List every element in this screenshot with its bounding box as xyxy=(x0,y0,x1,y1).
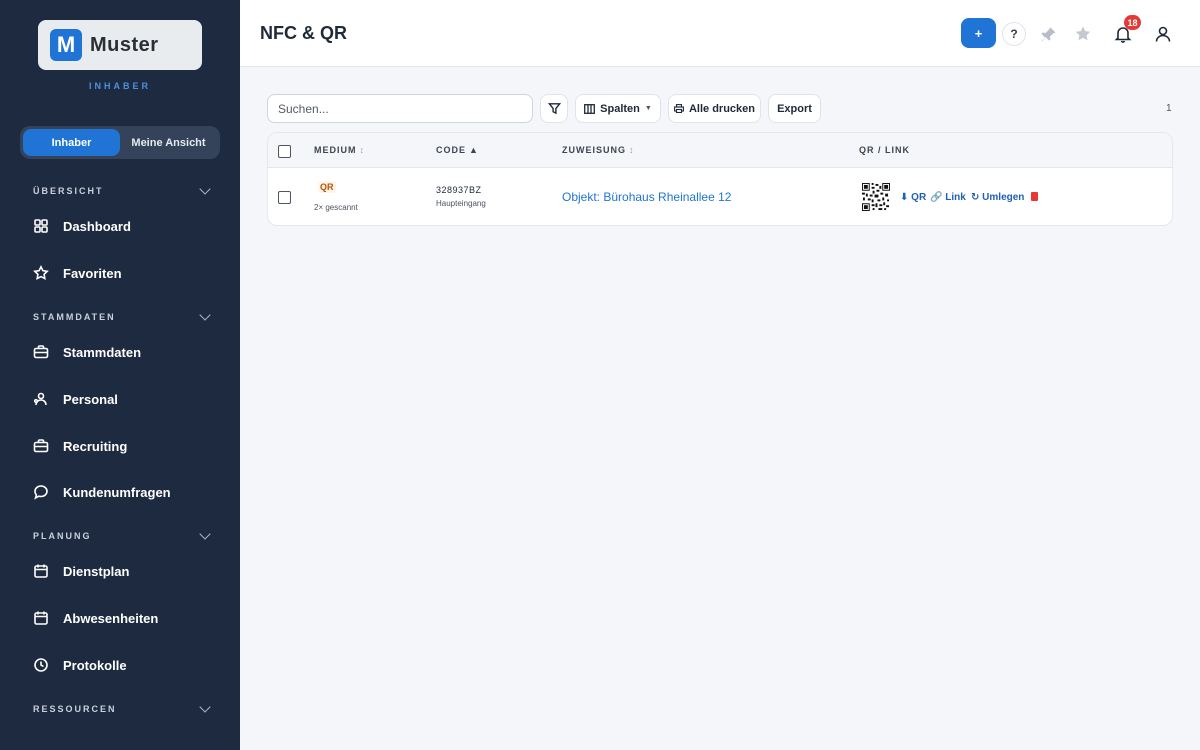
sidebar-item-label: Kundenumfragen xyxy=(63,484,171,500)
sidebar-item-label: Dienstplan xyxy=(63,563,130,579)
view-switch: Inhaber Meine Ansicht xyxy=(20,126,220,159)
media-table: MEDIUM ↕ CODE ▲ ZUWEISUNG ↕ QR / LINK QR 2×… xyxy=(267,132,1173,226)
sidebar-item-label: Favoriten xyxy=(63,265,122,281)
grid-icon xyxy=(33,218,49,234)
sidebar-item-label: Recruiting xyxy=(63,438,128,454)
clock-icon xyxy=(33,657,49,673)
filter-button[interactable] xyxy=(540,94,568,123)
download-icon: ⬇ xyxy=(900,192,909,203)
trash-icon[interactable] xyxy=(1031,192,1038,201)
column-label: MEDIUM xyxy=(314,145,357,155)
medium-badge: QR xyxy=(318,181,336,193)
section-stammdaten[interactable]: STAMMDATEN xyxy=(33,309,211,322)
sidebar-item-protokolle[interactable]: Protokolle xyxy=(33,653,213,677)
switch-my-view-button[interactable]: Meine Ansicht xyxy=(120,129,217,156)
scan-count: 2× gescannt xyxy=(314,203,358,212)
sidebar-item-personal[interactable]: Personal xyxy=(33,387,213,411)
reassign-action[interactable]: ↻ Umlegen xyxy=(971,192,1024,203)
sidebar-item-label: Abwesenheiten xyxy=(63,610,159,626)
sidebar-item-label: Protokolle xyxy=(63,657,127,673)
chevron-down-icon xyxy=(199,701,211,713)
link-action-label: Link xyxy=(945,192,966,203)
copy-link-action[interactable]: 🔗 Link xyxy=(930,192,966,203)
refresh-icon: ↻ xyxy=(971,192,980,203)
column-header-zuweisung[interactable]: ZUWEISUNG ↕ xyxy=(562,145,634,155)
filter-icon xyxy=(547,103,561,115)
table-header: MEDIUM ↕ CODE ▲ ZUWEISUNG ↕ QR / LINK xyxy=(268,133,1172,168)
logo-mark-icon: M xyxy=(50,29,82,61)
column-header-code[interactable]: CODE ▲ xyxy=(436,145,478,155)
star-icon xyxy=(33,265,49,281)
caret-down-icon: ▼ xyxy=(644,105,652,112)
link-icon: 🔗 xyxy=(930,192,943,203)
section-label: ÜBERSICHT xyxy=(33,186,104,196)
print-all-label: Alle drucken xyxy=(688,102,756,115)
people-icon xyxy=(33,391,49,407)
sidebar: M Muster INHABER Inhaber Meine Ansicht Ü… xyxy=(0,0,240,750)
sidebar-item-label: Personal xyxy=(63,391,118,407)
qr-action-label: QR xyxy=(911,192,927,203)
column-header-qr-link: QR / LINK xyxy=(859,145,910,155)
page-title: NFC & QR xyxy=(260,23,347,43)
chevron-down-icon xyxy=(199,528,211,540)
sidebar-item-favoriten[interactable]: Favoriten xyxy=(33,261,213,285)
row-checkbox[interactable] xyxy=(278,191,291,204)
chevron-down-icon xyxy=(199,183,211,195)
switch-owner-button[interactable]: Inhaber xyxy=(23,129,120,156)
columns-icon xyxy=(584,103,596,114)
column-header-medium[interactable]: MEDIUM ↕ xyxy=(314,145,364,155)
columns-button[interactable]: Spalten ▼ xyxy=(575,94,661,123)
help-button[interactable]: ? xyxy=(1002,22,1026,46)
calendar-icon xyxy=(33,563,49,579)
section-label: RESSOURCEN xyxy=(33,704,117,714)
star-icon[interactable] xyxy=(1073,24,1093,44)
export-label: Export xyxy=(777,102,812,115)
logo[interactable]: M Muster xyxy=(38,20,202,70)
section-label: PLANUNG xyxy=(33,531,92,541)
sidebar-item-recruiting[interactable]: Recruiting xyxy=(33,434,213,458)
calendar-icon xyxy=(33,610,49,626)
add-button[interactable]: + xyxy=(961,18,996,48)
section-planung[interactable]: PLANUNG xyxy=(33,528,211,541)
sidebar-item-dienstplan[interactable]: Dienstplan xyxy=(33,559,213,583)
pin-icon[interactable] xyxy=(1039,24,1059,44)
column-label: CODE xyxy=(436,145,467,155)
role-caption: INHABER xyxy=(88,81,151,91)
result-count: 1 xyxy=(1166,103,1172,114)
sidebar-item-abwesenheiten[interactable]: Abwesenheiten xyxy=(33,606,213,630)
section-overview[interactable]: ÜBERSICHT xyxy=(33,183,211,196)
column-label: QR / LINK xyxy=(859,145,910,155)
user-icon[interactable] xyxy=(1153,24,1173,44)
code-value: 328937BZ xyxy=(436,185,482,195)
notification-badge: 18 xyxy=(1124,15,1141,30)
sidebar-item-label: Stammdaten xyxy=(63,344,142,360)
code-location: Haupteingang xyxy=(436,199,486,208)
sidebar-item-kundenumfragen[interactable]: Kundenumfragen xyxy=(33,480,213,504)
sidebar-item-stammdaten[interactable]: Stammdaten xyxy=(33,340,213,364)
export-button[interactable]: Export xyxy=(768,94,821,123)
column-label: ZUWEISUNG xyxy=(562,145,626,155)
search-input[interactable] xyxy=(267,94,533,123)
sidebar-item-label: Dashboard xyxy=(63,218,131,234)
sort-icon: ↕ xyxy=(629,145,634,155)
qr-code-image[interactable] xyxy=(862,183,890,211)
top-header: NFC & QR + ? 18 xyxy=(240,0,1200,67)
move-action-label: Umlegen xyxy=(982,192,1025,203)
sidebar-item-dashboard[interactable]: Dashboard xyxy=(33,214,213,238)
print-all-button[interactable]: Alle drucken xyxy=(668,94,761,123)
printer-icon xyxy=(674,104,684,113)
download-qr-link[interactable]: ⬇ QR xyxy=(900,192,926,203)
section-ressourcen[interactable]: RESSOURCEN xyxy=(33,701,211,714)
chat-icon xyxy=(33,484,49,500)
assignment-link[interactable]: Objekt: Bürohaus Rheinallee 12 xyxy=(562,190,731,204)
chevron-down-icon xyxy=(199,309,211,321)
sort-icon: ↕ xyxy=(359,145,365,155)
briefcase-icon xyxy=(33,438,49,454)
section-label: STAMMDATEN xyxy=(33,312,116,322)
columns-label: Spalten xyxy=(600,102,640,115)
briefcase-icon xyxy=(33,344,49,360)
sort-ascending-icon: ▲ xyxy=(469,145,478,155)
select-all-checkbox[interactable] xyxy=(278,145,291,158)
logo-text: Muster xyxy=(90,33,159,56)
